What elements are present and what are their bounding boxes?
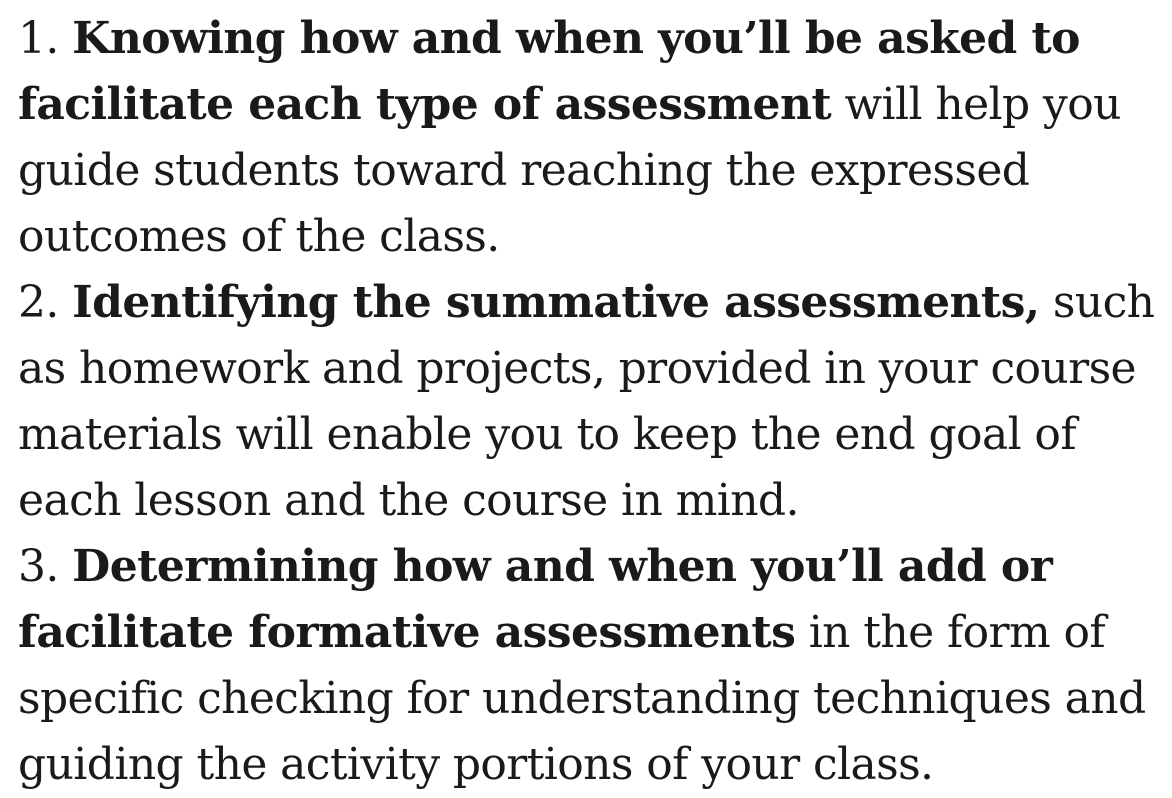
- list-item-2: 2. Identifying the summative assessments…: [18, 270, 1172, 534]
- item-number: 3.: [18, 541, 59, 592]
- item-number: 1.: [18, 13, 59, 64]
- list-item-3: 3. Determining how and when you’ll add o…: [18, 534, 1172, 798]
- item-number: 2.: [18, 277, 59, 328]
- list-item-1: 1. Knowing how and when you’ll be asked …: [18, 6, 1172, 270]
- item-lead-bold: Identifying the summative assessments,: [72, 277, 1040, 328]
- document-page: 1. Knowing how and when you’ll be asked …: [0, 0, 1172, 798]
